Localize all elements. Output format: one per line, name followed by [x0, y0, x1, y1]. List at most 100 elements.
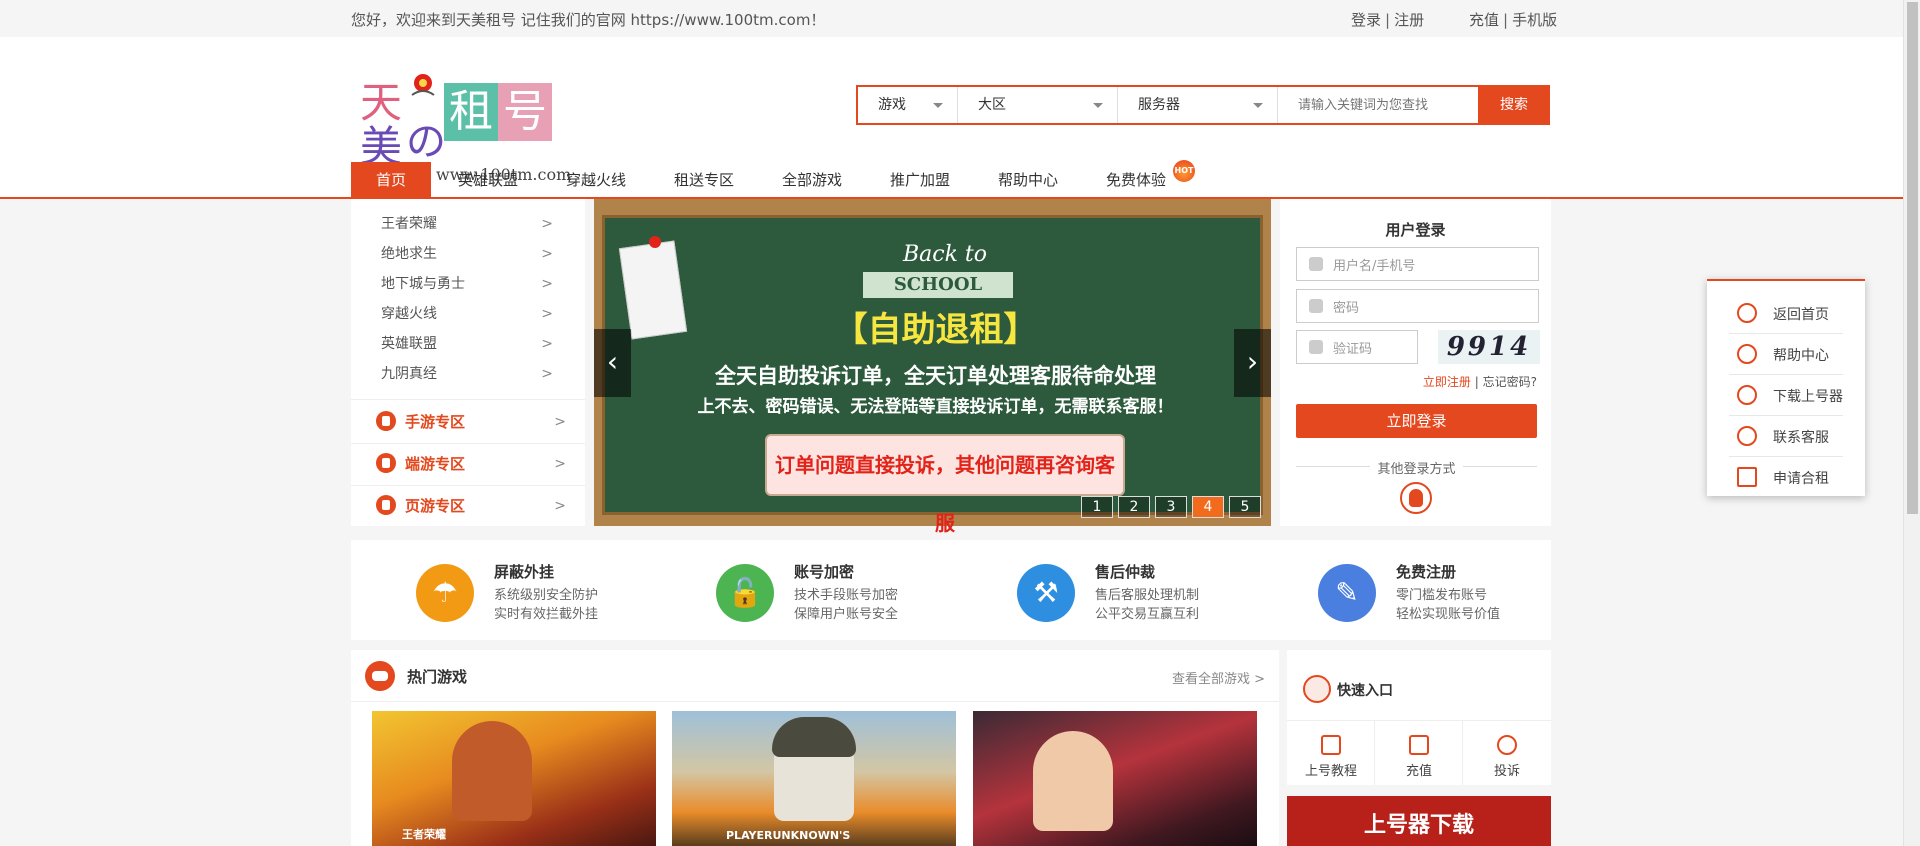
qq-login-icon[interactable] [1400, 482, 1432, 514]
banner-next-button[interactable]: › [1234, 329, 1271, 397]
side-item-support[interactable]: 联系客服 [1729, 416, 1843, 457]
banner-chalkboard: Back to SCHOOL 【自助退租】 全天自助投诉订单，全天订单处理客服待… [602, 215, 1263, 535]
category-label: 王者荣耀 [381, 216, 437, 232]
banner-carousel[interactable]: Back to SCHOOL 【自助退租】 全天自助投诉订单，全天订单处理客服待… [594, 199, 1271, 535]
nav-home[interactable]: 首页 [351, 162, 431, 199]
separator: | [1474, 375, 1479, 389]
quick-item-charge[interactable]: 充值 [1375, 720, 1463, 785]
server-select[interactable]: 服务器 [1118, 87, 1278, 123]
quick-item-complaint[interactable]: 投诉 [1463, 720, 1551, 785]
game-character [452, 721, 532, 821]
category-item[interactable]: 王者荣耀 > [381, 209, 561, 239]
category-label: 地下城与勇士 [381, 276, 465, 292]
top-charge-link[interactable]: 充值 [1469, 11, 1499, 29]
zone-label: 端游专区 [405, 455, 466, 473]
hot-games-title: 热门游戏 [407, 668, 468, 686]
view-all-games-link[interactable]: 查看全部游戏 > [1172, 668, 1265, 687]
category-item[interactable]: 英雄联盟 > [381, 329, 561, 359]
top-mobile-link[interactable]: 手机版 [1512, 11, 1557, 29]
side-item-home[interactable]: 返回首页 [1729, 293, 1843, 334]
login-button[interactable]: 立即登录 [1296, 404, 1537, 438]
banner-pagination: 12345 [1076, 496, 1261, 518]
quick-entry: 快速入口 上号教程 充值 投诉 [1287, 650, 1551, 785]
banner-page-button[interactable]: 2 [1118, 496, 1150, 518]
nav-free-trial[interactable]: 免费体验 [1096, 162, 1176, 199]
top-register-link[interactable]: 注册 [1394, 11, 1424, 29]
game-card[interactable] [973, 711, 1257, 846]
nav-lol[interactable]: 英雄联盟 [448, 162, 528, 199]
login-links: 立即注册 | 忘记密码? [1423, 373, 1537, 390]
download-launcher-banner[interactable]: 上号器下载 [1287, 796, 1551, 846]
search-input[interactable] [1278, 87, 1478, 123]
banner-back-to: Back to [902, 242, 987, 267]
zone-label: 页游专区 [405, 497, 466, 515]
floating-side-menu: 返回首页 帮助中心 下载上号器 联系客服 申请合租 [1707, 279, 1865, 496]
side-item-help[interactable]: 帮助中心 [1729, 334, 1843, 375]
chevron-down-icon [1253, 103, 1263, 108]
pen-glyph: ✎ [1335, 576, 1359, 609]
zone-pc-games[interactable]: 端游专区 > [376, 443, 566, 485]
top-login-link[interactable]: 登录 [1351, 11, 1381, 29]
banner-school: SCHOOL [863, 272, 1013, 298]
zone-web-games[interactable]: 页游专区 > [376, 485, 566, 527]
banner-page-button[interactable]: 4 [1192, 496, 1224, 518]
banner-page-button[interactable]: 3 [1155, 496, 1187, 518]
side-item-label: 下载上号器 [1773, 389, 1843, 405]
side-item-download[interactable]: 下载上号器 [1729, 375, 1843, 416]
umbrella-glyph: ☂ [432, 576, 458, 609]
password-field[interactable]: 密码 [1296, 289, 1539, 323]
game-select[interactable]: 游戏 [858, 87, 958, 123]
category-item[interactable]: 绝地求生 > [381, 239, 561, 269]
nav-cf[interactable]: 穿越火线 [556, 162, 636, 199]
help-icon [1737, 344, 1757, 364]
login-panel: 用户登录 用户名/手机号 密码 验证码 9914 立即注册 | 忘记密码? 立即… [1280, 199, 1551, 526]
feature-desc: 技术手段账号加密 [794, 588, 899, 603]
quick-item-label: 上号教程 [1304, 764, 1357, 779]
quick-entry-title: 快速入口 [1337, 683, 1393, 699]
divider [351, 399, 585, 400]
return-icon [1737, 303, 1757, 323]
scrollbar-thumb[interactable] [1907, 2, 1918, 514]
top-bar: 您好，欢迎来到天美租号 记住我们的官网 https://www.100tm.co… [0, 0, 1903, 37]
chevron-right-icon: > [541, 246, 553, 262]
category-item[interactable]: 穿越火线 > [381, 299, 561, 329]
lock-icon [1309, 299, 1323, 313]
side-item-share-rent[interactable]: 申请合租 [1729, 457, 1843, 498]
search-button[interactable]: 搜索 [1478, 85, 1550, 125]
banner-line1: 全天自助投诉订单，全天订单处理客服待命处理 [715, 364, 1156, 388]
game-card[interactable]: 王者荣耀 [372, 711, 656, 846]
category-item[interactable]: 九阴真经 > [381, 359, 561, 389]
nav-rent-gift[interactable]: 租送专区 [664, 162, 744, 199]
monitor-icon [376, 494, 396, 515]
banner-page-button[interactable]: 5 [1229, 496, 1261, 518]
game-card[interactable]: PLAYERUNKNOWN'S [672, 711, 956, 846]
register-now-link[interactable]: 立即注册 [1423, 375, 1471, 389]
gavel-glyph: ⚒ [1033, 576, 1059, 609]
zone-mobile-games[interactable]: 手游专区 > [376, 401, 566, 443]
forgot-password-link[interactable]: 忘记密码? [1483, 375, 1537, 389]
banner-prev-button[interactable]: ‹ [594, 329, 631, 397]
username-placeholder: 用户名/手机号 [1333, 259, 1416, 274]
gavel-icon: ⚒ [1017, 564, 1075, 622]
captcha-image[interactable]: 9914 [1438, 330, 1540, 364]
username-field[interactable]: 用户名/手机号 [1296, 247, 1539, 281]
door-icon [1737, 467, 1757, 487]
region-select[interactable]: 大区 [958, 87, 1118, 123]
nav-affiliate[interactable]: 推广加盟 [880, 162, 960, 199]
feature-title: 免费注册 [1396, 563, 1457, 581]
server-select-value: 服务器 [1138, 97, 1180, 113]
vertical-scrollbar[interactable] [1903, 0, 1920, 846]
pen-icon: ✎ [1318, 564, 1376, 622]
nav-help[interactable]: 帮助中心 [988, 162, 1068, 199]
category-item[interactable]: 地下城与勇士 > [381, 269, 561, 299]
charge-mobile-links: 充值 | 手机版 [1469, 9, 1557, 30]
feature-item: 🔓 账号加密 技术手段账号加密 保障用户账号安全 [651, 560, 931, 622]
nav-all-games[interactable]: 全部游戏 [772, 162, 852, 199]
captcha-placeholder: 验证码 [1333, 342, 1373, 357]
chevron-down-icon [1093, 103, 1103, 108]
captcha-field[interactable]: 验证码 [1296, 330, 1418, 364]
banner-page-button[interactable]: 1 [1081, 496, 1113, 518]
side-item-label: 帮助中心 [1773, 348, 1829, 364]
logo-char: の [406, 119, 446, 165]
quick-item-tutorial[interactable]: 上号教程 [1287, 720, 1375, 785]
